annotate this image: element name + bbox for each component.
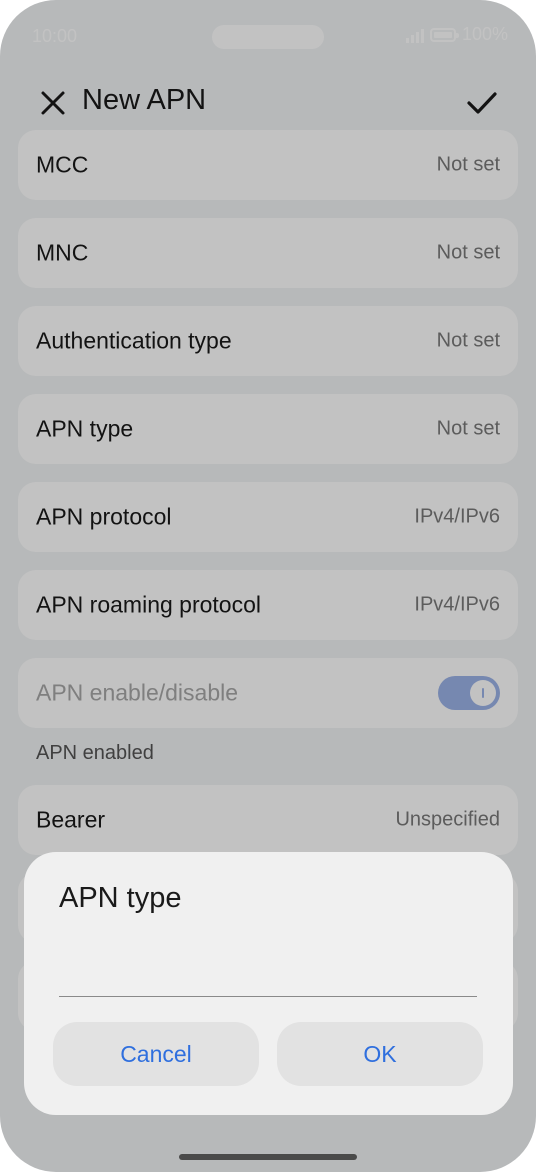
apn-type-input[interactable]	[59, 952, 477, 997]
apn-type-dialog: APN type Cancel OK	[24, 852, 513, 1115]
phone-screen: 10:00 100% New APN MCC Not set MNC Not s…	[0, 0, 536, 1172]
home-indicator[interactable]	[179, 1154, 357, 1160]
cancel-button[interactable]: Cancel	[53, 1022, 259, 1086]
ok-button[interactable]: OK	[277, 1022, 483, 1086]
dialog-title: APN type	[59, 882, 182, 914]
